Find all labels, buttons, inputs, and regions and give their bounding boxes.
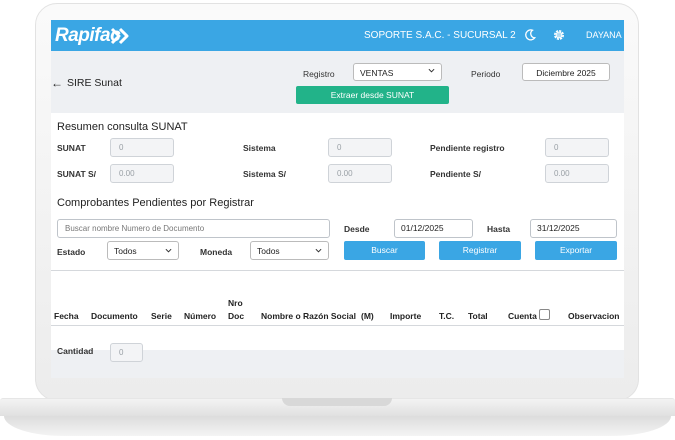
moneda-select[interactable]: Todos xyxy=(250,241,329,260)
col-serie: Serie xyxy=(151,311,172,321)
sistema-field: 0 xyxy=(328,138,392,157)
user-name[interactable]: DAYANA xyxy=(586,30,622,40)
buscar-button[interactable]: Buscar xyxy=(344,241,425,260)
sistema-label: Sistema xyxy=(243,143,276,153)
sunat-s-field: 0.00 xyxy=(110,164,174,183)
registro-value: VENTAS xyxy=(360,68,394,78)
registrar-button[interactable]: Registrar xyxy=(439,241,521,260)
col-total: Total xyxy=(468,311,488,321)
col-observacion: Observacion xyxy=(568,311,620,321)
col-nombre: Nombre o Razón Social xyxy=(261,311,356,321)
pendiente-s-label: Pendiente S/ xyxy=(430,169,482,179)
estado-value: Todos xyxy=(114,246,137,256)
top-bar: Rapifac SOPORTE S.A.C. - SUCURSAL 2 DAYA… xyxy=(51,20,624,51)
desde-date[interactable]: 01/12/2025 xyxy=(394,219,473,238)
hasta-date[interactable]: 31/12/2025 xyxy=(530,219,617,238)
summary-heading: Resumen consulta SUNAT xyxy=(57,121,188,133)
sistema-s-field: 0.00 xyxy=(328,164,392,183)
pendiente-registro-label: Pendiente registro xyxy=(430,143,505,153)
extract-sunat-button[interactable]: Extraer desde SUNAT xyxy=(296,86,449,104)
chevron-down-icon xyxy=(315,248,322,253)
col-numero: Número xyxy=(184,311,217,321)
estado-select[interactable]: Todos xyxy=(107,241,179,260)
col-tc: T.C. xyxy=(439,311,455,321)
company-name[interactable]: SOPORTE S.A.C. - SUCURSAL 2 xyxy=(364,30,516,41)
col-documento: Documento xyxy=(91,311,138,321)
moneda-label: Moneda xyxy=(200,247,233,257)
moneda-value: Todos xyxy=(257,246,280,256)
exportar-button[interactable]: Exportar xyxy=(535,241,617,260)
col-nro: Nro xyxy=(228,298,243,308)
chevron-down-icon xyxy=(428,68,435,73)
cantidad-field: 0 xyxy=(110,343,143,362)
col-m: (M) xyxy=(361,311,374,321)
sistema-s-label: Sistema S/ xyxy=(243,169,286,179)
periodo-picker[interactable]: Diciembre 2025 xyxy=(522,63,610,81)
pending-heading: Comprobantes Pendientes por Registrar xyxy=(57,197,254,209)
sunat-s-label: SUNAT S/ xyxy=(57,169,97,179)
col-importe: Importe xyxy=(390,311,422,321)
sunat-label: SUNAT xyxy=(57,143,86,153)
logo-arrows-icon xyxy=(110,27,129,45)
search-input[interactable]: Buscar nombre Numero de Documento xyxy=(57,219,330,238)
back-arrow-icon[interactable]: ← xyxy=(51,76,63,90)
estado-label: Estado xyxy=(57,247,86,257)
gear-icon[interactable] xyxy=(552,28,566,42)
cantidad-label: Cantidad xyxy=(57,346,94,356)
col-doc: Doc xyxy=(228,311,245,321)
periodo-label: Periodo xyxy=(471,69,501,79)
select-all-checkbox[interactable] xyxy=(539,309,550,320)
app-screen: Rapifac SOPORTE S.A.C. - SUCURSAL 2 DAYA… xyxy=(51,20,624,378)
registro-select[interactable]: VENTAS xyxy=(353,63,442,81)
chevron-down-icon xyxy=(165,248,172,253)
registro-label: Registro xyxy=(303,69,335,79)
page: Rapifac SOPORTE S.A.C. - SUCURSAL 2 DAYA… xyxy=(0,0,675,440)
col-fecha: Fecha xyxy=(54,311,79,321)
main-content: Resumen consulta SUNAT SUNAT 0 Sistema 0… xyxy=(51,113,624,356)
table-top-divider xyxy=(51,270,624,271)
laptop-base xyxy=(0,398,675,438)
moon-icon[interactable] xyxy=(523,28,537,42)
desde-label: Desde xyxy=(344,224,370,234)
table-header-divider xyxy=(51,325,624,326)
sunat-field: 0 xyxy=(110,138,174,157)
pendiente-s-field: 0.00 xyxy=(545,164,609,183)
col-cuenta: Cuenta xyxy=(508,311,537,321)
hasta-label: Hasta xyxy=(487,224,511,234)
pendiente-registro-field: 0 xyxy=(545,138,609,157)
page-title: SIRE Sunat xyxy=(67,77,122,89)
